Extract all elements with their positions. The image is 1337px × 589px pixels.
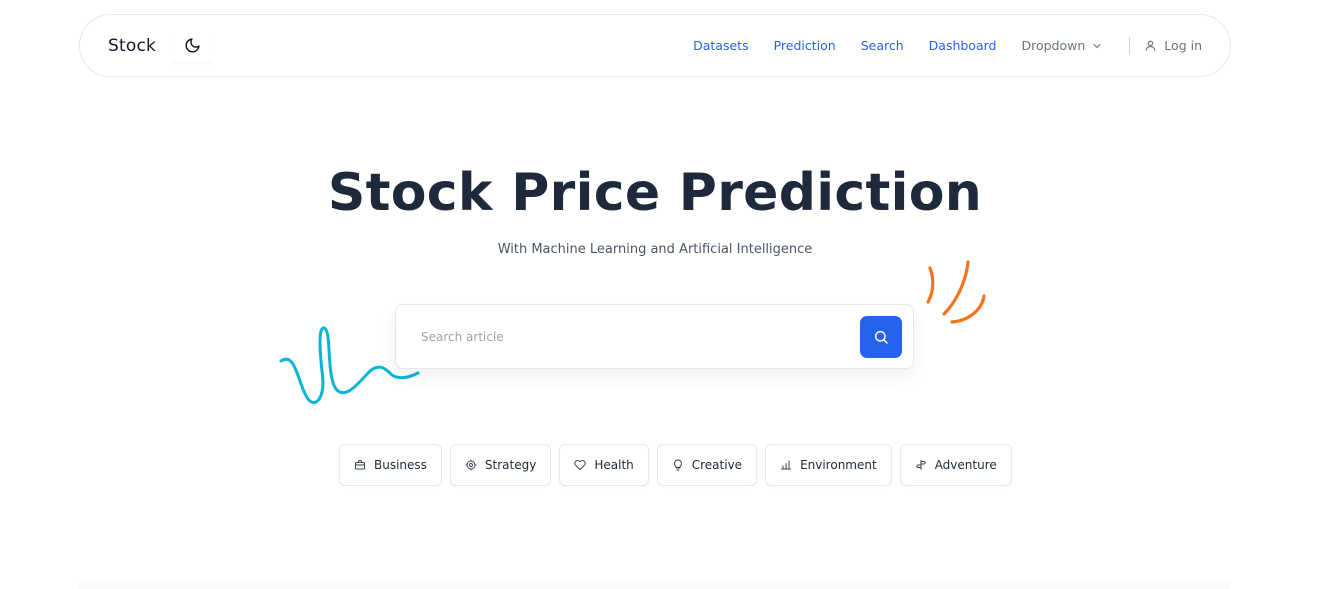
category-environment[interactable]: Environment: [765, 444, 892, 486]
navbar: Stock Datasets Prediction Search Dashboa…: [79, 14, 1231, 77]
section-divider: [79, 576, 1231, 589]
category-creative[interactable]: Creative: [656, 444, 758, 486]
nav-link-datasets[interactable]: Datasets: [693, 38, 748, 53]
page-subtitle: With Machine Learning and Artificial Int…: [497, 242, 813, 257]
chevron-down-icon: [1093, 43, 1101, 48]
category-label: Health: [594, 458, 634, 472]
signpost-icon: [915, 460, 926, 470]
category-label: Business: [374, 458, 427, 472]
category-list: Business Strategy Health Creative Enviro…: [339, 444, 1020, 486]
orange-doodle: [926, 260, 986, 324]
category-adventure[interactable]: Adventure: [899, 444, 1012, 486]
chart-icon: [781, 460, 792, 470]
search-button[interactable]: [860, 315, 902, 358]
search-icon: [874, 330, 888, 344]
nav-divider: [1129, 36, 1131, 55]
theme-toggle-button[interactable]: [170, 30, 214, 62]
login-button[interactable]: Log in: [1144, 38, 1202, 53]
heart-icon: [574, 459, 587, 471]
user-icon: [1145, 40, 1156, 51]
brand-logo[interactable]: Stock: [108, 36, 156, 56]
moon-icon: [185, 38, 200, 53]
briefcase-icon: [355, 460, 365, 470]
dropdown-label: Dropdown: [1021, 38, 1086, 53]
nav-links: Datasets Prediction Search Dashboard Dro…: [693, 36, 1202, 55]
category-label: Adventure: [934, 458, 997, 472]
search-input[interactable]: [421, 329, 860, 344]
nav-link-dashboard[interactable]: Dashboard: [929, 38, 997, 53]
category-label: Creative: [691, 458, 743, 472]
category-strategy[interactable]: Strategy: [449, 444, 552, 486]
nav-link-prediction[interactable]: Prediction: [774, 38, 836, 53]
nav-link-search[interactable]: Search: [861, 38, 904, 53]
settings-icon: [465, 459, 477, 471]
category-label: Environment: [800, 458, 877, 472]
search-box: [395, 304, 914, 369]
category-health[interactable]: Health: [559, 444, 649, 486]
lightbulb-icon: [673, 459, 682, 471]
page-title: Stock Price Prediction: [327, 163, 983, 223]
category-label: Strategy: [484, 458, 537, 472]
nav-dropdown[interactable]: Dropdown: [1021, 38, 1103, 53]
login-label: Log in: [1164, 38, 1202, 53]
category-business[interactable]: Business: [339, 444, 442, 486]
